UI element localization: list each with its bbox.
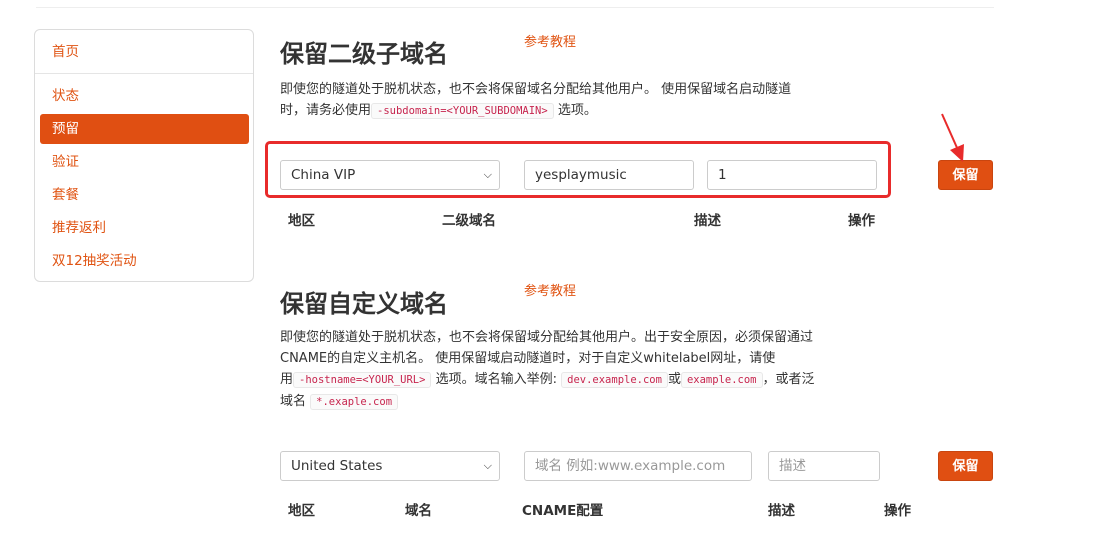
desc-text: 域名 xyxy=(280,394,307,409)
custom-description-input[interactable]: 描述 xyxy=(768,451,880,481)
header-region: 地区 xyxy=(288,213,315,229)
sidebar-item-reserve[interactable]: 预留 xyxy=(40,114,249,144)
header-description: 描述 xyxy=(768,503,795,519)
desc-text: 选项。 xyxy=(557,103,597,118)
top-divider xyxy=(36,7,994,8)
sidebar-nav: 首页 状态 预留 验证 套餐 推荐返利 双12抽奖活动 xyxy=(34,29,254,282)
custom-desc-line2: CNAME的自定义主机名。 使用保留域启动隧道时，对于自定义whitelabel… xyxy=(280,351,776,366)
sidebar-item-lottery[interactable]: 双12抽奖活动 xyxy=(40,246,249,276)
custom-domain-description: 即使您的隧道处于脱机状态，也不会将保留域分配给其他用户。出于安全原因，必须保留通… xyxy=(280,327,880,413)
example-domain-code: example.com xyxy=(680,372,763,388)
wildcard-domain-code: *.exaple.com xyxy=(310,394,399,410)
sidebar-item-home[interactable]: 首页 xyxy=(40,37,249,67)
custom-desc-line4: 域名 *.exaple.com xyxy=(280,391,880,413)
custom-desc-line3: 用 -hostname=<YOUR_URL> 选项。域名输入举例: dev.exa… xyxy=(280,369,880,391)
header-region: 地区 xyxy=(288,503,315,519)
header-subdomain: 二级域名 xyxy=(442,213,496,229)
custom-domain-tutorial-link[interactable]: 参考教程 xyxy=(524,280,576,299)
subdomain-description: 即使您的隧道处于脱机状态，也不会将保留域名分配给其他用户。 使用保留域名启动隧道… xyxy=(280,79,860,122)
desc-text: 或 xyxy=(667,372,681,387)
reserve-subdomain-button[interactable]: 保留 xyxy=(938,160,993,190)
sidebar-item-verify[interactable]: 验证 xyxy=(40,147,249,177)
pointer-arrow-icon xyxy=(941,113,964,162)
subdomain-section-title: 保留二级子域名 xyxy=(280,40,448,68)
region-selected-value: United States xyxy=(291,458,383,474)
header-domain: 域名 xyxy=(405,503,432,519)
subdomain-tutorial-link[interactable]: 参考教程 xyxy=(524,31,576,50)
header-action: 操作 xyxy=(848,213,875,229)
sidebar-item-plans[interactable]: 套餐 xyxy=(40,180,249,210)
example-domain-code: dev.example.com xyxy=(561,372,668,388)
header-cname: CNAME配置 xyxy=(522,503,604,519)
chevron-down-icon: ⌵ xyxy=(483,459,492,472)
desc-text: 选项。域名输入举例: xyxy=(435,372,557,387)
desc-text: ，或者泛 xyxy=(762,372,815,387)
highlight-box xyxy=(265,141,891,198)
custom-desc-line1: 即使您的隧道处于脱机状态，也不会将保留域分配给其他用户。出于安全原因，必须保留通… xyxy=(280,330,814,345)
subdomain-desc-line1: 即使您的隧道处于脱机状态，也不会将保留域名分配给其他用户。 使用保留域名启动隧道 xyxy=(280,82,792,97)
header-description: 描述 xyxy=(694,213,721,229)
reserve-custom-domain-button[interactable]: 保留 xyxy=(938,451,993,481)
header-action: 操作 xyxy=(884,503,911,519)
subdomain-desc-line2: 时，请务必使用 -subdomain=<YOUR_SUBDOMAIN> 选项。 xyxy=(280,100,860,122)
custom-domain-input[interactable]: 域名 例如:www.example.com xyxy=(524,451,752,481)
sidebar-divider xyxy=(35,73,253,74)
sidebar-item-referral[interactable]: 推荐返利 xyxy=(40,213,249,243)
custom-region-select[interactable]: United States ⌵ xyxy=(280,451,500,481)
desc-text: 用 xyxy=(280,372,294,387)
subdomain-flag-code: -subdomain=<YOUR_SUBDOMAIN> xyxy=(371,103,554,119)
hostname-flag-code: -hostname=<YOUR_URL> xyxy=(293,372,432,388)
custom-domain-section-title: 保留自定义域名 xyxy=(280,290,448,318)
desc-text: 时，请务必使用 xyxy=(280,103,372,118)
sidebar-item-status[interactable]: 状态 xyxy=(40,81,249,111)
